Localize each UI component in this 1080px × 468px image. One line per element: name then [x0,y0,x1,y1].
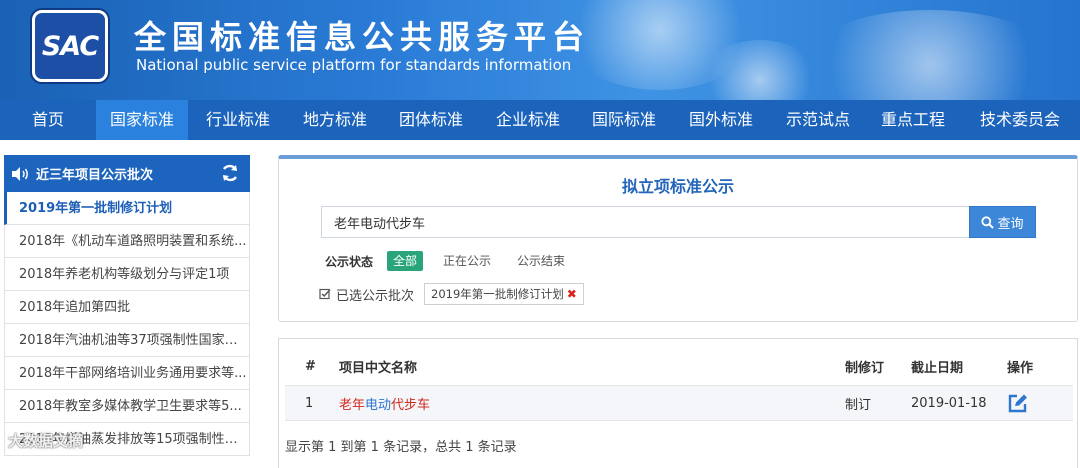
nav-item-committee[interactable]: 技术委员会 [960,100,1080,140]
project-name-part: 老年 [339,397,366,413]
nav-item-home[interactable]: 首页 [0,100,96,140]
sac-logo[interactable]: SAC [32,10,108,82]
watermark: 大数据文摘 [8,432,84,450]
search-panel: 拟立项标准公示 查询 公示状态 全部 正在公示 公示结束 已选公示批次 2019… [278,155,1078,322]
column-header-action: 操作 [1007,360,1034,376]
status-filter: 公示状态 全部 正在公示 公示结束 [325,250,585,272]
header-decoration [800,10,1060,100]
sidebar-item-batch[interactable]: 2018年干部网络培训业务通用要求等... [4,357,250,390]
status-option-ended[interactable]: 公示结束 [511,251,571,271]
search-icon [981,215,995,229]
sidebar-item-batch[interactable]: 2018年养老机构等级划分与评定1项 [4,258,250,291]
project-name-link[interactable]: 老年 电动 代步车 [339,386,430,420]
pagination-info: 显示第 1 到第 1 条记录，总共 1 条记录 [285,440,517,455]
project-name-part: 代步车 [391,397,431,413]
search-input[interactable] [322,207,970,237]
column-header-deadline: 截止日期 [911,360,964,376]
row-action [1007,386,1029,420]
nav-item-industry[interactable]: 行业标准 [188,100,288,140]
column-header-num: # [305,358,316,374]
search-button-label: 查询 [997,216,1024,232]
speaker-icon [12,166,28,181]
nav-item-enterprise[interactable]: 企业标准 [480,100,576,140]
nav-item-foreign[interactable]: 国外标准 [672,100,770,140]
nav-item-pilot[interactable]: 示范试点 [770,100,866,140]
sidebar-title: 近三年项目公示批次 [36,168,154,183]
batch-chip-label: 2019年第一批制修订计划 [431,286,564,301]
nav-item-local[interactable]: 地方标准 [288,100,382,140]
row-deadline: 2019-01-18 [911,395,987,411]
nav-item-national[interactable]: 国家标准 [96,100,188,140]
site-header: SAC 全国标准信息公共服务平台 National public service… [0,0,1080,100]
selected-batch-row: 已选公示批次 2019年第一批制修订计划 ✖ [319,283,584,305]
status-label: 公示状态 [325,254,374,269]
edit-icon[interactable] [1007,393,1029,413]
table-header: # 项目中文名称 制修订 截止日期 操作 [285,349,1073,383]
row-revision: 制订 [845,397,872,413]
status-option-all[interactable]: 全部 [387,251,424,271]
search-box [321,206,971,238]
sidebar-item-batch[interactable]: 2019年第一批制修订计划 [4,192,250,225]
table-row: 1 老年 电动 代步车 制订 2019-01-18 [285,385,1073,421]
sidebar-item-batch[interactable]: 2018年教室多媒体教学卫生要求等5... [4,390,250,423]
row-number: 1 [305,395,314,411]
nav-item-group[interactable]: 团体标准 [382,100,480,140]
site-title: 全国标准信息公共服务平台 [134,18,591,56]
check-square-icon [319,288,331,300]
column-header-name: 项目中文名称 [339,360,418,376]
batch-chip: 2019年第一批制修订计划 ✖ [424,283,584,305]
column-header-revision: 制修订 [845,360,885,376]
site-subtitle: National public service platform for sta… [136,56,572,74]
nav-item-key-projects[interactable]: 重点工程 [866,100,960,140]
sidebar-item-batch[interactable]: 2018年汽油机油等37项强制性国家标... [4,324,250,357]
remove-chip-icon[interactable]: ✖ [567,284,577,305]
logo-text: SAC [41,30,99,62]
panel-title: 拟立项标准公示 [621,177,734,196]
sidebar-item-batch[interactable]: 2018年《机动车道路照明装置和系统... [4,225,250,258]
search-button[interactable]: 查询 [969,206,1036,238]
nav-item-international[interactable]: 国际标准 [576,100,672,140]
status-option-ongoing[interactable]: 正在公示 [437,251,497,271]
main-nav: 首页 国家标准 行业标准 地方标准 团体标准 企业标准 国际标准 国外标准 示范… [0,100,1080,140]
sidebar-header: 近三年项目公示批次 [4,155,250,192]
batch-sidebar: 近三年项目公示批次 2019年第一批制修订计划 2018年《机动车道路照明装置和… [4,155,250,462]
refresh-icon[interactable] [220,163,240,183]
selected-batch-text: 已选公示批次 [336,288,415,304]
selected-batch-label: 已选公示批次 [319,285,414,304]
sidebar-item-batch[interactable]: 2018年追加第四批 [4,291,250,324]
project-name-part: 电动 [365,397,392,413]
